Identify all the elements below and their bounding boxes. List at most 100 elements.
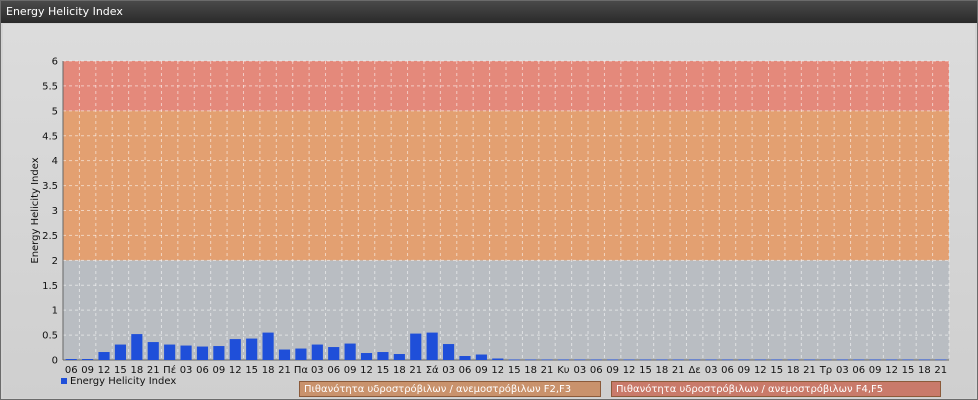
y-tick-label-6: 3	[52, 206, 58, 217]
data-bar	[803, 359, 816, 361]
data-bar	[262, 332, 274, 360]
y-tick-label-12: 6	[52, 57, 58, 68]
data-bar	[754, 359, 766, 361]
x-tick-label: 18	[393, 365, 406, 376]
x-tick-label: 21	[934, 365, 947, 376]
ehi-chart: 00.511.522.533.544.555.5606 09 12 15 18 21 Πέ 0…	[30, 57, 950, 376]
x-tick-label: 18	[787, 365, 800, 376]
x-tick-label: 21	[147, 365, 160, 376]
x-tick-label: 21	[278, 365, 291, 376]
x-tick-label: 03	[573, 365, 586, 376]
x-tick-label: 06	[65, 365, 78, 376]
y-tick-label-5: 2.5	[42, 231, 58, 242]
x-tick-label: 09	[475, 365, 488, 376]
x-tick-label: 09	[213, 365, 226, 376]
x-tick-label: 18	[524, 365, 537, 376]
legend-series-label: Energy Helicity Index	[70, 376, 177, 387]
x-tick-label: 12	[491, 365, 504, 376]
data-bar	[410, 333, 422, 360]
data-bar	[475, 354, 487, 360]
data-bar	[607, 359, 619, 361]
x-tick-label: Κυ	[557, 365, 570, 376]
y-tick-label-8: 4	[52, 156, 58, 167]
x-tick-label: 15	[114, 365, 127, 376]
data-bar	[771, 359, 783, 361]
x-tick-label: 03	[442, 365, 455, 376]
legend-series: Energy Helicity Index	[61, 376, 176, 387]
x-tick-label: 09	[344, 365, 357, 376]
y-tick-label-1: 0.5	[42, 331, 58, 342]
x-tick-label: Πέ	[163, 364, 176, 376]
x-tick-label: 15	[508, 365, 521, 376]
x-tick-label: 12	[623, 365, 636, 376]
data-bar	[738, 359, 750, 361]
x-tick-label: 06	[196, 365, 209, 376]
data-bar	[147, 342, 159, 360]
x-tick-label: 06	[459, 365, 472, 376]
x-tick-label: 18	[918, 365, 931, 376]
data-bar	[902, 359, 914, 361]
x-tick-label: 15	[245, 365, 258, 376]
data-bar	[656, 359, 668, 361]
x-tick-label: 21	[409, 365, 422, 376]
data-bar	[853, 359, 865, 361]
data-bar	[65, 359, 77, 360]
data-bar	[344, 343, 356, 360]
x-tick-label: Τρ	[819, 365, 832, 376]
data-bar	[885, 359, 898, 361]
x-tick-label: 06	[721, 365, 734, 376]
x-tick-label: 09	[869, 365, 882, 376]
y-tick-label-2: 1	[52, 306, 58, 317]
data-bar	[935, 359, 947, 361]
x-tick-label: Πα	[294, 365, 309, 376]
y-tick-label-11: 5.5	[42, 81, 58, 92]
data-bar	[393, 354, 405, 360]
data-bar	[590, 359, 602, 361]
data-bar	[82, 359, 94, 360]
y-axis-title: Energy Helicity Index	[30, 157, 41, 263]
x-tick-label: 09	[738, 365, 751, 376]
x-tick-label: 15	[377, 365, 390, 376]
data-bar	[459, 356, 471, 360]
x-tick-label: 09	[606, 365, 619, 376]
x-tick-label: 06	[327, 365, 340, 376]
data-bar	[114, 344, 127, 360]
data-bar	[360, 353, 373, 360]
x-tick-label: Δε	[689, 365, 701, 376]
x-tick-label: 12	[360, 365, 373, 376]
data-bar	[639, 359, 652, 361]
y-tick-label-9: 4.5	[42, 131, 58, 142]
data-bar	[196, 346, 209, 360]
data-bar	[213, 346, 225, 360]
x-tick-label: 18	[130, 365, 143, 376]
x-tick-label: 15	[639, 365, 652, 376]
y-tick-label-10: 5	[52, 106, 58, 117]
data-bar	[328, 347, 340, 360]
data-bar	[574, 359, 586, 361]
data-bar	[426, 332, 438, 360]
data-bar	[131, 334, 143, 360]
legend-band-f2-f3: Πιθανότητα υδροστρόβιλων / ανεμοστρόβιλω…	[299, 381, 601, 397]
data-bar	[787, 359, 799, 361]
data-bar	[689, 359, 701, 361]
data-bar	[705, 359, 717, 361]
data-bar	[541, 359, 553, 361]
data-bar	[869, 359, 881, 361]
data-bar	[623, 359, 635, 361]
x-tick-label: 12	[229, 365, 242, 376]
data-bar	[246, 338, 258, 360]
data-bar	[836, 359, 848, 361]
x-tick-label: 18	[262, 365, 275, 376]
x-tick-label: 12	[754, 365, 767, 376]
x-tick-label: 06	[590, 365, 603, 376]
x-tick-label: 21	[541, 365, 554, 376]
x-tick-label: 03	[705, 365, 718, 376]
data-bar	[377, 352, 389, 360]
data-bar	[164, 344, 176, 360]
data-bar	[672, 359, 684, 361]
data-bar	[98, 352, 110, 360]
x-tick-label: 03	[311, 365, 324, 376]
data-bar	[278, 349, 291, 360]
data-bar	[820, 359, 832, 361]
data-bar	[492, 358, 504, 360]
